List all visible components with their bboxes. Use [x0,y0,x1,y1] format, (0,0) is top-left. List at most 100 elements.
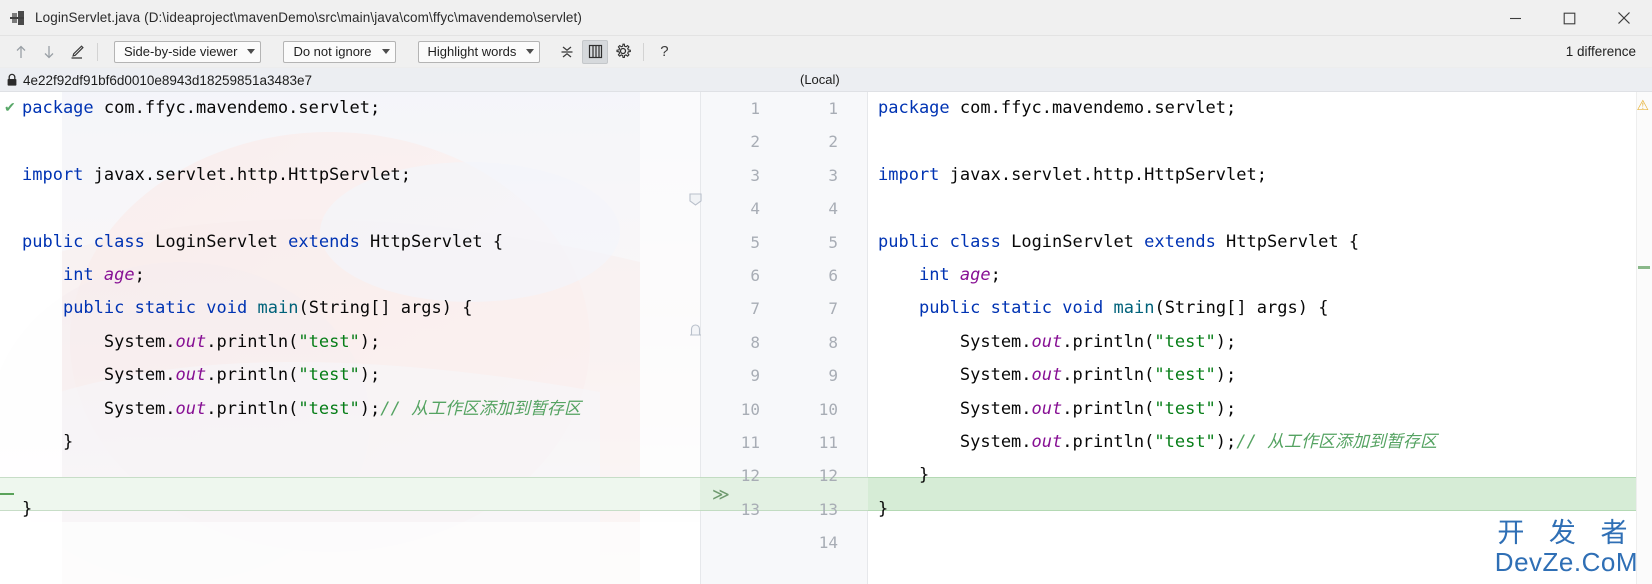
change-stripe-marker[interactable] [1638,266,1650,269]
code-token: // 从工作区添加到暂存区 [380,398,581,419]
code-token: LoginServlet [1000,231,1145,252]
warning-stripe-icon[interactable]: ⚠ [1636,98,1649,112]
code-line: System.out.println("test"); [22,359,581,392]
code-line: } [878,459,1437,492]
ignore-mode-label: Do not ignore [293,44,372,59]
code-token: out [1031,331,1063,352]
code-token: .println( [1062,331,1155,352]
highlight-mode-dropdown[interactable]: Highlight words [417,40,541,63]
code-token: "test" [1154,365,1216,386]
help-icon[interactable]: ? [651,40,677,64]
collapse-unchanged-icon[interactable] [554,40,580,64]
code-token: ); [1215,331,1237,352]
line-number: 3 [828,165,838,185]
method-gutter-icon[interactable] [688,324,703,339]
code-token: out [1031,365,1063,386]
line-number: 1 [750,99,760,118]
code-line: int age; [22,259,581,292]
line-number: 9 [750,366,760,386]
lock-icon [7,73,17,86]
code-token: } [22,431,74,452]
code-token: age [959,264,991,285]
code-token: extends [1144,231,1216,252]
right-code-pane[interactable]: package com.ffyc.mavendemo.servlet; impo… [868,92,1636,584]
line-number: 4 [750,199,760,219]
code-line: } [22,493,581,526]
chevron-down-icon [526,49,535,54]
code-token: System. [22,365,176,386]
next-difference-icon[interactable] [36,40,62,64]
left-revision-hash: 4e22f92df91bf6d0010e8943d18259851a3483e7 [23,72,313,88]
code-line: public static void main(String[] args) { [22,292,581,325]
left-revision-header[interactable]: 4e22f92df91bf6d0010e8943d18259851a3483e7 [6,68,312,92]
code-token: System. [22,398,176,419]
code-line: public static void main(String[] args) { [878,292,1437,325]
code-token: out [175,331,207,352]
previous-difference-icon[interactable] [8,40,34,64]
line-number: 1 [828,99,838,118]
code-token: } [22,498,33,519]
code-token: int [918,264,950,285]
maximize-button[interactable] [1542,0,1596,36]
left-pane-status-ok-icon: ✔ [4,99,16,115]
settings-gear-icon[interactable] [610,40,636,64]
line-number: 2 [750,132,760,152]
toolbar-divider [97,42,98,61]
code-token: package [22,98,94,118]
line-number: 10 [740,399,760,419]
line-number: 14 [818,533,838,553]
line-number: 6 [828,265,838,285]
toolbar-divider [643,42,645,61]
line-number: 3 [750,165,760,185]
code-token: com.ffyc.mavendemo.servlet; [93,98,381,118]
code-token: com.ffyc.mavendemo.servlet; [949,98,1237,118]
code-line: System.out.println("test");// 从工作区添加到暂存区 [878,426,1437,459]
code-token: LoginServlet [144,231,289,252]
code-token: System. [878,431,1032,452]
code-token: ; [990,264,1001,285]
code-token: ; [134,264,145,285]
line-number: 12 [818,466,838,486]
edit-pencil-icon[interactable] [64,40,90,64]
class-gutter-icon[interactable] [688,192,703,207]
ignore-mode-dropdown[interactable]: Do not ignore [283,40,396,63]
line-number: 12 [740,466,760,486]
left-line-numbers: 1 2 3 4 5 6 7 8 9 10 11 12 13 [712,92,768,584]
line-number: 13 [740,499,760,519]
minimize-button[interactable] [1488,0,1542,36]
code-token: extends [288,231,360,252]
synchronize-scrolling-icon[interactable] [582,39,609,64]
line-number: 2 [828,132,838,152]
line-number: 7 [750,299,760,319]
close-button[interactable] [1596,0,1652,36]
viewer-mode-dropdown[interactable]: Side-by-side viewer [114,40,262,63]
revision-bar: 4e22f92df91bf6d0010e8943d18259851a3483e7… [0,68,1652,92]
diff-viewer-window: LoginServlet.java (D:\ideaproject\mavenD… [0,0,1652,584]
diff-toolbar: Side-by-side viewer Do not ignore Highli… [0,36,1652,68]
left-code-pane[interactable]: ✔ package com.ffyc.mavendemo.servlet; im… [0,92,700,584]
code-token: .println( [206,365,299,386]
code-token: static [990,298,1053,319]
code-token: "test" [1154,398,1216,419]
code-token: (String[] args) { [1154,298,1329,319]
error-stripe-scrollbar[interactable]: ⚠ [1636,92,1652,584]
code-token: ); [1215,365,1237,386]
code-token: package [878,98,950,118]
code-line: import javax.servlet.http.HttpServlet; [22,159,581,192]
code-token: main [257,298,299,319]
code-token: javax.servlet.http.HttpServlet; [83,164,411,185]
code-token: age [103,264,135,285]
